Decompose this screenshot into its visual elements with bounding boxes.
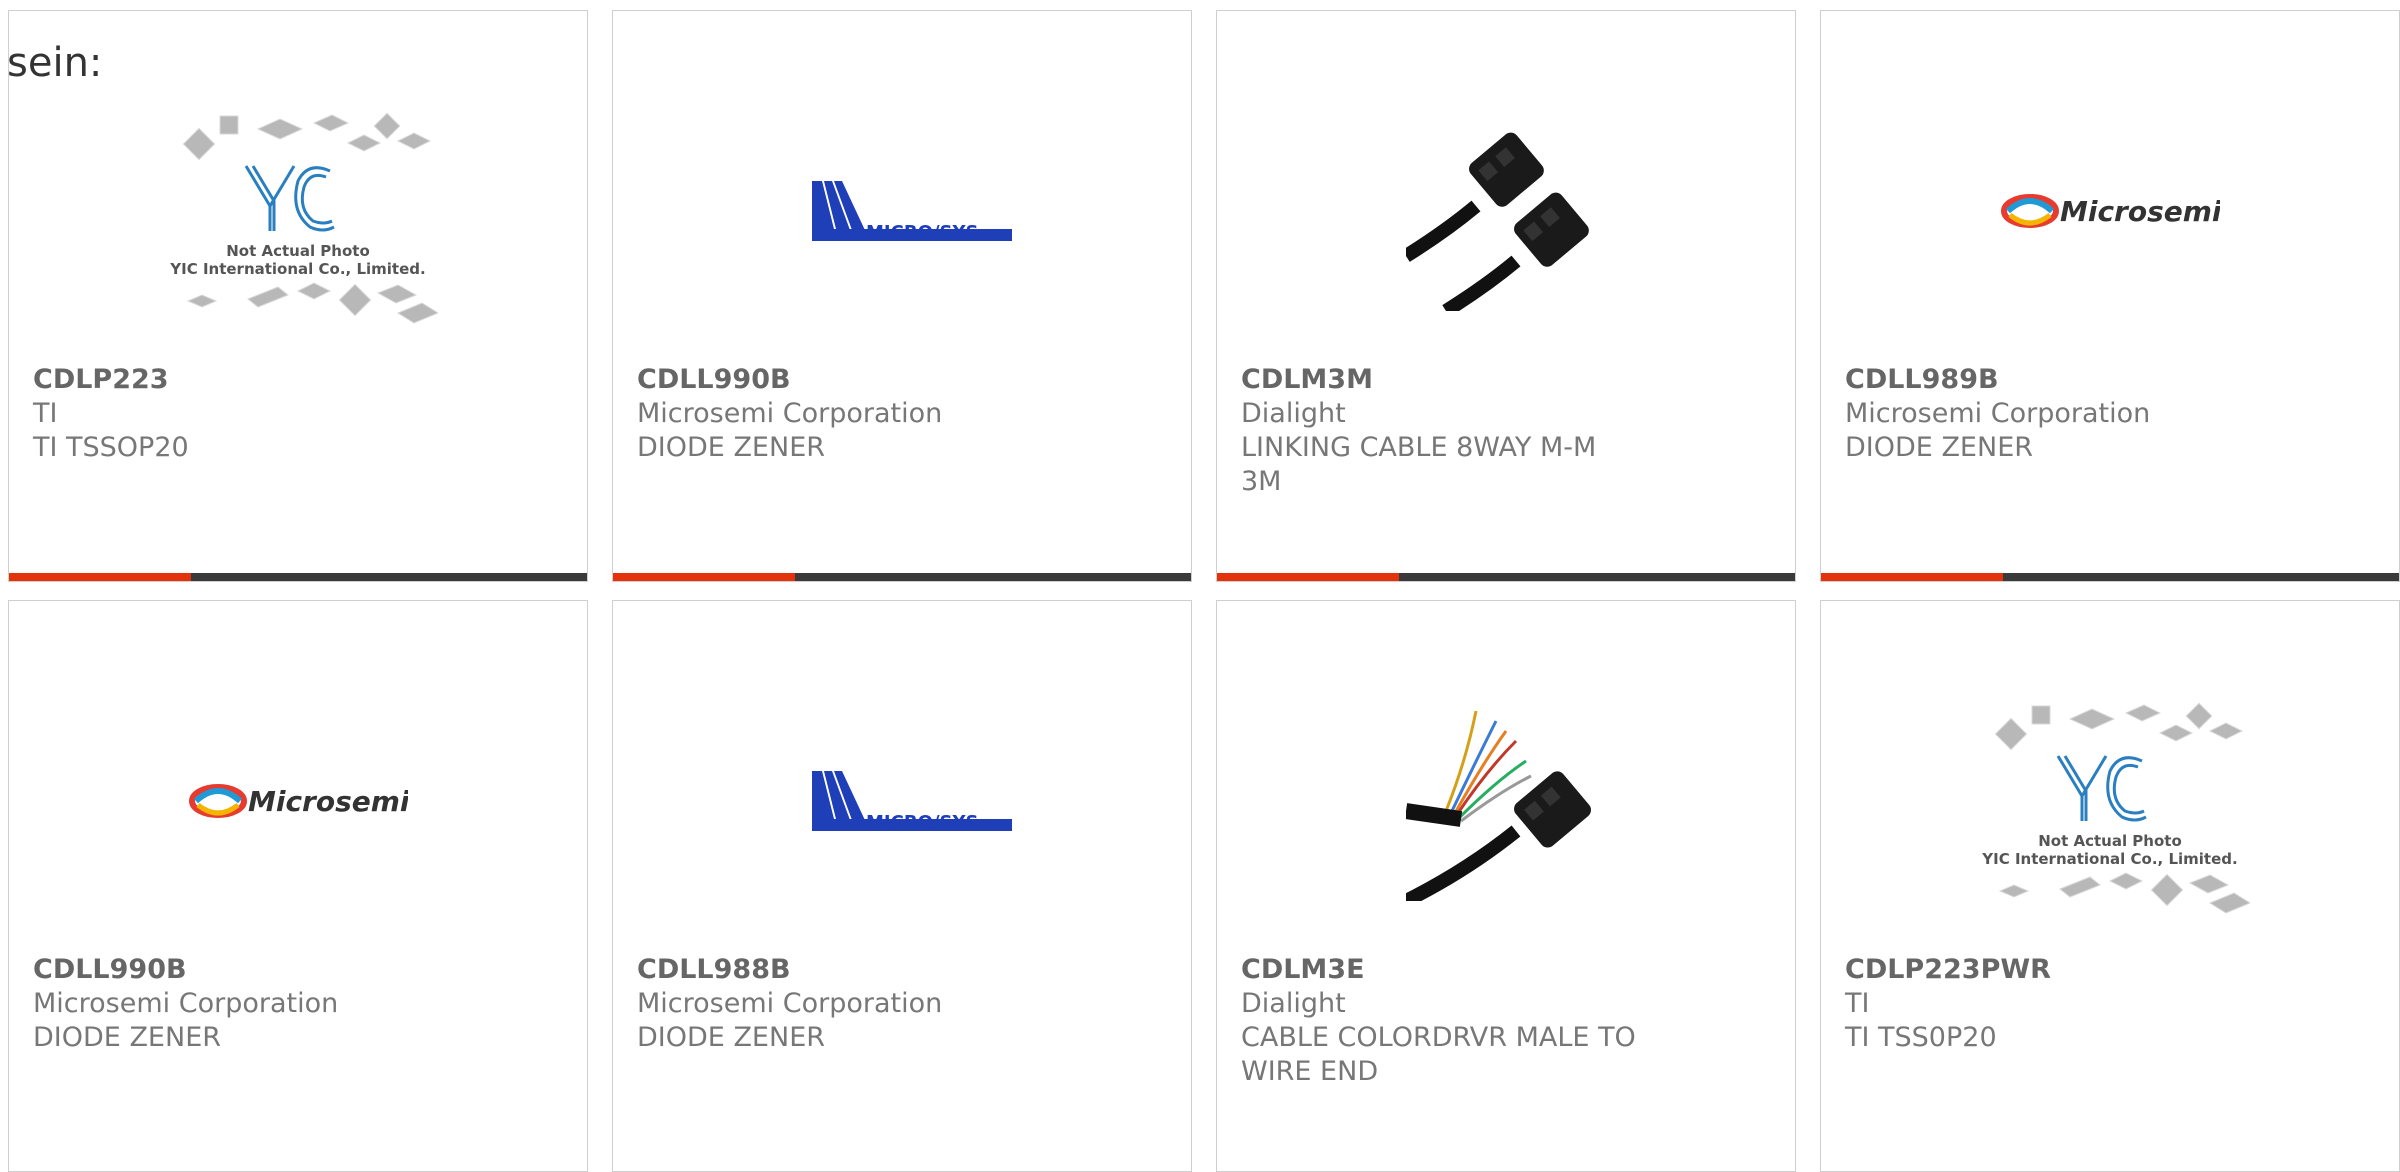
product-card[interactable]: Microsemi CDLL990B Microsemi Corporation… [8, 600, 588, 1172]
microsys-logo: MICRO/SYS [812, 771, 1012, 833]
stray-text: sein: [7, 40, 103, 86]
product-image[interactable]: MICRO/SYS [613, 61, 1191, 361]
description: DIODE ZENER [1845, 432, 2034, 463]
part-number[interactable]: CDLP223PWR [1845, 953, 2375, 987]
description: TI TSS0P20 [1845, 1022, 1997, 1053]
description: CABLE COLORDRVR MALE TO WIRE END [1241, 1022, 1636, 1087]
description: LINKING CABLE 8WAY M-M 3M [1241, 432, 1597, 497]
microsys-logo: MICRO/SYS [812, 181, 1012, 243]
logo-text: MICRO/SYS [866, 222, 979, 243]
logo-text: MICRO/SYS [866, 812, 979, 833]
cable-photo [1406, 111, 1606, 311]
placeholder-line1: Not Actual Photo [2038, 832, 2182, 850]
part-number[interactable]: CDLM3E [1241, 953, 1771, 987]
manufacturer: Dialight [1241, 988, 1346, 1019]
placeholder-line2: YIC International Co., Limited. [169, 260, 425, 278]
part-number[interactable]: CDLL990B [637, 363, 1167, 397]
product-card[interactable]: Not Actual Photo YIC International Co., … [8, 10, 588, 582]
card-bottom-bar [1217, 573, 1795, 581]
part-number[interactable]: CDLL990B [33, 953, 563, 987]
manufacturer: Microsemi Corporation [637, 398, 943, 429]
cable-wire-photo [1406, 701, 1606, 901]
product-card[interactable]: MICRO/SYS CDLL990B Microsemi Corporation… [612, 10, 1192, 582]
description: TI TSSOP20 [33, 432, 189, 463]
part-number[interactable]: CDLM3M [1241, 363, 1771, 397]
product-image[interactable]: Microsemi [1821, 61, 2399, 361]
part-number[interactable]: CDLL988B [637, 953, 1167, 987]
product-card[interactable]: MICRO/SYS CDLL988B Microsemi Corporation… [612, 600, 1192, 1172]
product-image[interactable]: MICRO/SYS [613, 651, 1191, 951]
description: DIODE ZENER [33, 1022, 222, 1053]
placeholder-line2: YIC International Co., Limited. [1981, 850, 2237, 868]
product-image[interactable] [1217, 651, 1795, 951]
microsemi-logo: Microsemi [2001, 194, 2220, 228]
microsemi-logo: Microsemi [189, 784, 408, 818]
product-image[interactable]: Not Actual Photo YIC International Co., … [1821, 651, 2399, 951]
manufacturer: TI [33, 398, 58, 429]
part-number[interactable]: CDLL989B [1845, 363, 2375, 397]
description: DIODE ZENER [637, 432, 826, 463]
manufacturer: Microsemi Corporation [33, 988, 339, 1019]
manufacturer: Microsemi Corporation [637, 988, 943, 1019]
placeholder-line1: Not Actual Photo [226, 242, 370, 260]
card-bottom-bar [613, 573, 1191, 581]
product-image[interactable] [1217, 61, 1795, 361]
part-number[interactable]: CDLP223 [33, 363, 563, 397]
product-card[interactable]: Microsemi CDLL989B Microsemi Corporation… [1820, 10, 2400, 582]
manufacturer: TI [1845, 988, 1870, 1019]
logo-text: Microsemi [2060, 195, 2220, 228]
product-card[interactable]: CDLM3E Dialight CABLE COLORDRVR MALE TO … [1216, 600, 1796, 1172]
product-image[interactable]: Not Actual Photo YIC International Co., … [9, 61, 587, 361]
product-card[interactable]: Not Actual Photo YIC International Co., … [1820, 600, 2400, 1172]
product-image[interactable]: Microsemi [9, 651, 587, 951]
logo-text: Microsemi [248, 785, 408, 818]
manufacturer: Microsemi Corporation [1845, 398, 2151, 429]
yic-placeholder-image: Not Actual Photo YIC International Co., … [1981, 702, 2250, 914]
card-bottom-bar [1821, 573, 2399, 581]
manufacturer: Dialight [1241, 398, 1346, 429]
yic-placeholder-image: Not Actual Photo YIC International Co., … [169, 112, 438, 324]
product-card[interactable]: CDLM3M Dialight LINKING CABLE 8WAY M-M 3… [1216, 10, 1796, 582]
card-bottom-bar [9, 573, 587, 581]
description: DIODE ZENER [637, 1022, 826, 1053]
